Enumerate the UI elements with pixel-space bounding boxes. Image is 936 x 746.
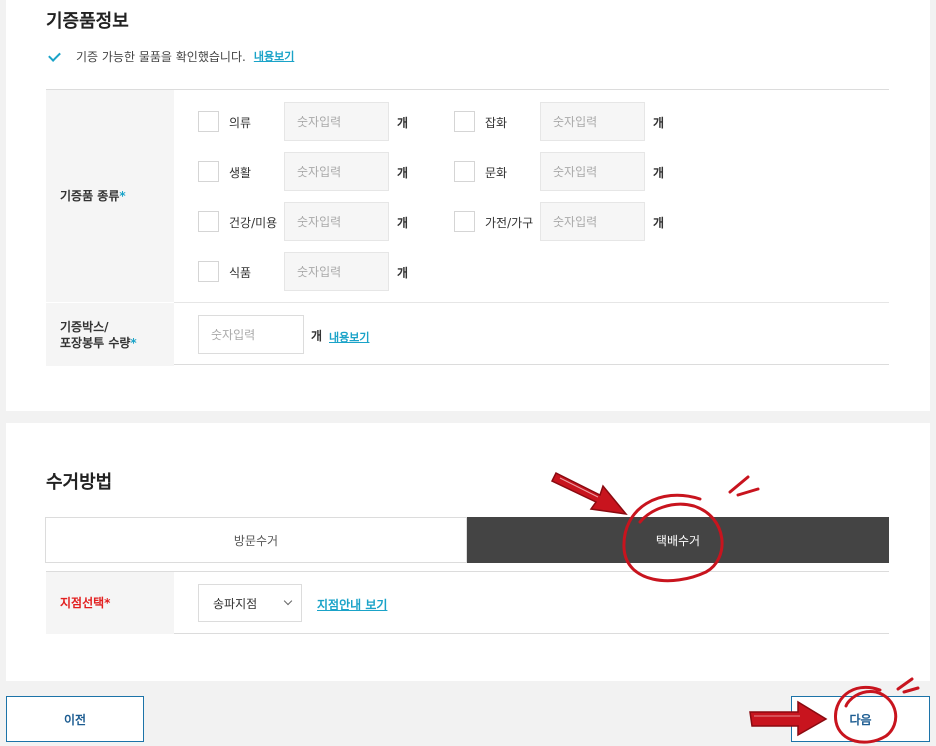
checkbox-culture[interactable]	[454, 161, 475, 182]
box-label-cell: 기증박스/ 포장봉투 수량*	[46, 303, 174, 366]
tab-parcel-pickup[interactable]: 택배수거	[467, 517, 889, 563]
category-living: 생활	[229, 166, 252, 180]
branch-select[interactable]: 송파지점	[198, 584, 302, 622]
branch-label: 지점선택	[60, 596, 105, 610]
section-title-pickup: 수거방법	[46, 472, 113, 493]
box-label-line1: 기증박스/	[60, 319, 109, 334]
checkbox-food[interactable]	[198, 261, 219, 282]
checkbox-health-beauty[interactable]	[198, 211, 219, 232]
row-divider	[174, 302, 889, 303]
confirm-text: 기증 가능한 물품을 확인했습니다.	[76, 49, 246, 64]
donation-info-panel: 기증품정보 기증 가능한 물품을 확인했습니다. 내용보기 기증품 종류* 의류…	[6, 0, 930, 411]
unit-label: 개	[311, 329, 323, 343]
unit-label: 개	[653, 116, 665, 130]
checkbox-appliance-furniture[interactable]	[454, 211, 475, 232]
branch-form-table: 지점선택*	[46, 571, 889, 634]
unit-label: 개	[397, 266, 409, 280]
pickup-method-panel: 수거방법 방문수거 택배수거 지점선택* 송파지점 지점안내 보기	[6, 423, 930, 681]
health-beauty-qty-input[interactable]: 숫자입력	[284, 202, 389, 241]
goods-qty-input[interactable]: 숫자입력	[540, 102, 645, 141]
category-health-beauty: 건강/미용	[229, 216, 278, 230]
box-label-line2: 포장봉투 수량	[60, 335, 131, 350]
living-qty-input[interactable]: 숫자입력	[284, 152, 389, 191]
checkbox-clothing[interactable]	[198, 111, 219, 132]
branch-select-value: 송파지점	[213, 596, 258, 611]
checkmark-icon[interactable]	[48, 49, 62, 63]
category-appliance-furniture: 가전/가구	[485, 216, 534, 230]
unit-label: 개	[397, 116, 409, 130]
unit-label: 개	[653, 216, 665, 230]
prev-button[interactable]: 이전	[6, 696, 144, 742]
checkbox-goods[interactable]	[454, 111, 475, 132]
chevron-down-icon	[283, 596, 293, 606]
box-view-link[interactable]: 내용보기	[329, 329, 369, 345]
category-label: 기증품 종류	[60, 189, 120, 203]
next-button[interactable]: 다음	[791, 696, 930, 742]
unit-label: 개	[397, 166, 409, 180]
unit-label: 개	[653, 166, 665, 180]
clothing-qty-input[interactable]: 숫자입력	[284, 102, 389, 141]
required-mark: *	[104, 596, 111, 610]
confirm-row: 기증 가능한 물품을 확인했습니다. 내용보기	[48, 47, 294, 65]
required-mark: *	[130, 335, 137, 350]
branch-label-cell: 지점선택*	[46, 572, 174, 634]
category-food: 식품	[229, 266, 252, 280]
category-clothing: 의류	[229, 116, 252, 130]
box-qty-input[interactable]: 숫자입력	[198, 315, 304, 354]
branch-info-link[interactable]: 지점안내 보기	[317, 596, 387, 613]
section-title-donation-info: 기증품정보	[46, 11, 129, 32]
food-qty-input[interactable]: 숫자입력	[284, 252, 389, 291]
confirm-view-link[interactable]: 내용보기	[254, 48, 294, 64]
required-mark: *	[119, 189, 126, 203]
category-label-cell: 기증품 종류*	[46, 90, 174, 302]
unit-label: 개	[397, 216, 409, 230]
culture-qty-input[interactable]: 숫자입력	[540, 152, 645, 191]
category-goods: 잡화	[485, 116, 508, 130]
appliance-furniture-qty-input[interactable]: 숫자입력	[540, 202, 645, 241]
checkbox-living[interactable]	[198, 161, 219, 182]
tab-visit-pickup[interactable]: 방문수거	[45, 517, 467, 563]
donation-form-table: 기증품 종류* 의류 숫자입력 개 잡화 숫자입력 개 생활 숫자입력 개 문화…	[46, 89, 889, 366]
category-culture: 문화	[485, 166, 508, 180]
